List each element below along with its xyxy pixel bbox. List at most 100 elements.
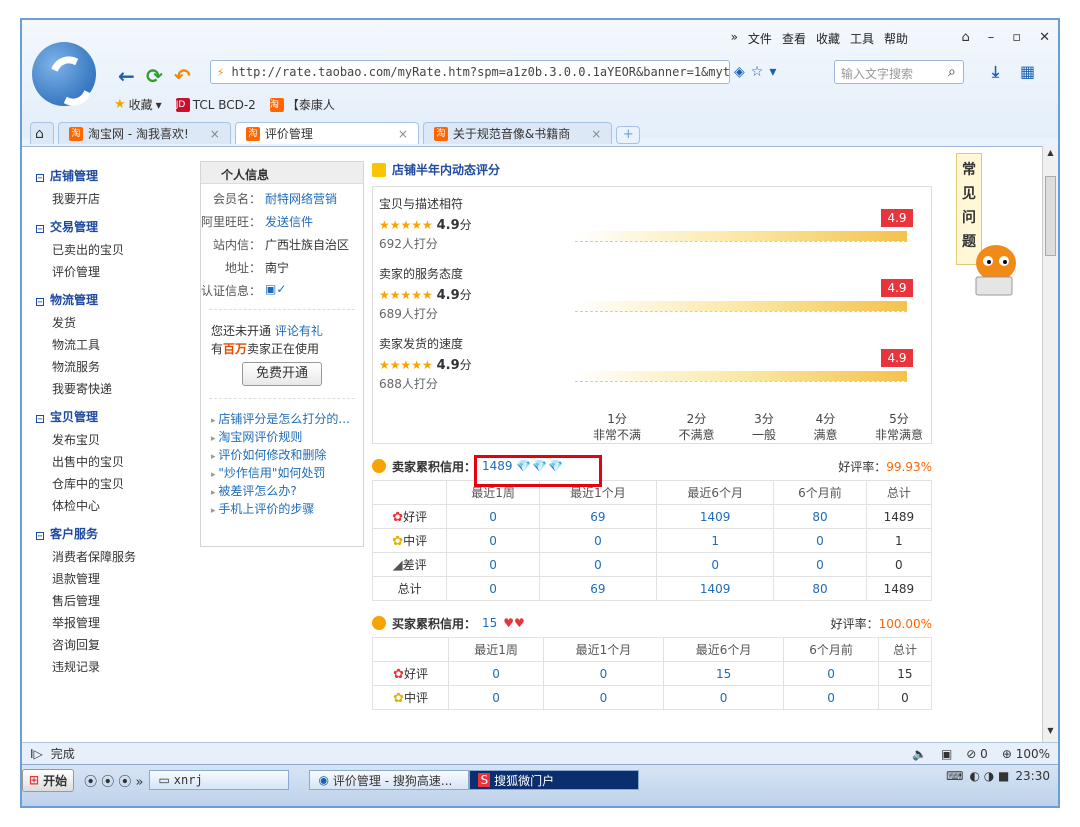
- tab-media-rules[interactable]: 淘关于规范音像&书籍商 ×: [422, 122, 613, 144]
- taskbar-item-xnrj[interactable]: ▭ xnrj: [149, 770, 290, 790]
- section-items[interactable]: − 宝贝管理: [36, 408, 186, 425]
- undo-icon[interactable]: ↶: [174, 64, 191, 88]
- highlight-box: [474, 455, 603, 487]
- shield-icon[interactable]: ◈: [734, 64, 745, 80]
- sidebar-item-logistics-tools[interactable]: 物流工具: [36, 334, 186, 356]
- sidebar-item-protection[interactable]: 消费者保障服务: [36, 546, 186, 568]
- collapse-icon[interactable]: −: [36, 298, 44, 306]
- screenshot-icon[interactable]: ▣: [941, 747, 952, 761]
- menu-help[interactable]: 帮助: [884, 30, 908, 47]
- maximize-button[interactable]: ▫: [1012, 30, 1021, 45]
- play-icon[interactable]: I▷: [30, 747, 43, 761]
- star-icon[interactable]: ☆: [751, 64, 764, 80]
- member-name-link[interactable]: 耐特网络营销: [261, 190, 337, 207]
- search-icon[interactable]: ⌕: [948, 64, 956, 80]
- menu-view[interactable]: 查看: [782, 30, 806, 47]
- search-input[interactable]: 输入文字搜索: [834, 60, 964, 84]
- comment-gift-link[interactable]: 评论有礼: [275, 324, 323, 338]
- buyer-credit-table: 最近1周 最近1个月 最近6个月 6个月前 总计 ✿好评 0 0 15 0 15…: [371, 637, 933, 710]
- tab-strip: ⌂ 淘淘宝网 - 淘我喜欢! × 淘评价管理 × 淘关于规范音像&书籍商 × +: [22, 120, 1058, 144]
- close-tab-icon[interactable]: ×: [398, 127, 408, 141]
- bookmark-favorites[interactable]: ★ 收藏 ▾: [114, 96, 162, 113]
- sidebar-item-express[interactable]: 我要寄快递: [36, 378, 186, 400]
- vertical-scrollbar[interactable]: ▲ ▼: [1042, 146, 1058, 742]
- sidebar-item-aftersale[interactable]: 售后管理: [36, 590, 186, 612]
- keyboard-icon[interactable]: ⌨: [946, 769, 963, 783]
- sidebar-item-ship[interactable]: 发货: [36, 312, 186, 334]
- help-link[interactable]: "炒作信用"如何处罚: [211, 465, 363, 483]
- bookmark-taikang[interactable]: 淘【泰康人: [269, 96, 335, 113]
- sidebar-item-inquiry[interactable]: 咨询回复: [36, 634, 186, 656]
- promo-text: 您还未开通 评论有礼 有百万卖家正在使用 免费开通: [211, 322, 353, 386]
- sidebar-item-sold[interactable]: 已卖出的宝贝: [36, 239, 186, 261]
- apps-grid-icon[interactable]: ▦: [1020, 62, 1035, 81]
- zoom-level[interactable]: ⊕ 100%: [1002, 747, 1050, 761]
- close-button[interactable]: ✕: [1039, 30, 1050, 45]
- sidebar-item-warehouse[interactable]: 仓库中的宝贝: [36, 473, 186, 495]
- sidebar-item-checkup[interactable]: 体检中心: [36, 495, 186, 517]
- new-tab-button[interactable]: +: [616, 126, 641, 144]
- close-tab-icon[interactable]: ×: [210, 127, 220, 141]
- menu-bar: » 文件 查看 收藏 工具 帮助: [731, 30, 908, 47]
- chevron-down-icon[interactable]: ▾: [769, 64, 776, 80]
- help-link[interactable]: 被差评怎么办?: [211, 483, 363, 501]
- sidebar-item-open-store[interactable]: 我要开店: [36, 188, 186, 210]
- minimize-button[interactable]: –: [988, 30, 995, 45]
- tab-rate-management[interactable]: 淘评价管理 ×: [234, 122, 419, 144]
- collapse-icon[interactable]: −: [36, 225, 44, 233]
- address-bar[interactable]: ⚡ http://rate.taobao.com/myRate.htm?spm=…: [210, 60, 730, 84]
- blocked-count[interactable]: ⊘ 0: [966, 747, 988, 761]
- help-link[interactable]: 淘宝网评价规则: [211, 429, 363, 447]
- send-message-link[interactable]: 发送信件: [261, 213, 313, 230]
- sogou-logo-icon[interactable]: [32, 42, 96, 106]
- collapse-icon[interactable]: −: [36, 415, 44, 423]
- sidebar-item-violation[interactable]: 违规记录: [36, 656, 186, 678]
- sidebar-item-on-sale[interactable]: 出售中的宝贝: [36, 451, 186, 473]
- sidebar-item-refund[interactable]: 退款管理: [36, 568, 186, 590]
- info-title: 个人信息: [201, 162, 363, 184]
- refresh-icon[interactable]: ⟳: [146, 64, 163, 88]
- browser-toolbar: » 文件 查看 收藏 工具 帮助 ⌂ – ▫ ✕ ← ⟳ ↶ ⚡ http://…: [22, 20, 1058, 144]
- sidebar-item-logistics-service[interactable]: 物流服务: [36, 356, 186, 378]
- collapse-icon[interactable]: −: [36, 174, 44, 182]
- taskbar-item-browser[interactable]: ◉ 评价管理 - 搜狗高速...: [309, 770, 470, 790]
- menu-favorites[interactable]: 收藏: [816, 30, 840, 47]
- tab-taobao-home[interactable]: 淘淘宝网 - 淘我喜欢! ×: [58, 122, 231, 144]
- address-icons: ◈ ☆ ▾: [734, 64, 776, 80]
- mascot-icon[interactable]: [960, 233, 1030, 303]
- window-controls: ⌂ – ▫ ✕: [962, 30, 1050, 45]
- quicklaunch-icons[interactable]: ⦿ ⦿ ⦿ »: [84, 771, 143, 790]
- help-link[interactable]: 评价如何修改和删除: [211, 447, 363, 465]
- section-logistics[interactable]: − 物流管理: [36, 291, 186, 308]
- menu-file[interactable]: 文件: [748, 30, 772, 47]
- speaker-icon[interactable]: 🔈: [912, 747, 927, 761]
- help-link[interactable]: 店铺评分是怎么打分的...: [211, 411, 363, 429]
- sidebar-item-rate[interactable]: 评价管理: [36, 261, 186, 283]
- tray-icons[interactable]: ◐ ◑ ■: [969, 769, 1009, 783]
- scroll-up-icon[interactable]: ▲: [1045, 148, 1056, 162]
- help-link[interactable]: 手机上评价的步骤: [211, 501, 363, 519]
- menu-more[interactable]: »: [731, 30, 738, 47]
- collapse-icon[interactable]: −: [36, 532, 44, 540]
- rating-flag: 4.9: [881, 279, 913, 297]
- back-arrow-icon[interactable]: ←: [118, 64, 135, 88]
- cert-icon[interactable]: ▣✓: [261, 282, 286, 299]
- bookmark-tcl[interactable]: JD TCL BCD-2: [175, 96, 256, 113]
- section-store[interactable]: − 店铺管理: [36, 167, 186, 184]
- close-tab-icon[interactable]: ×: [591, 127, 601, 141]
- buyer-score[interactable]: 15: [482, 616, 497, 630]
- download-icon[interactable]: ⤓: [992, 62, 999, 82]
- sidebar-item-report[interactable]: 举报管理: [36, 612, 186, 634]
- section-trade[interactable]: − 交易管理: [36, 218, 186, 235]
- folder-icon: ▭: [158, 773, 170, 787]
- start-button[interactable]: ⊞ 开始: [22, 768, 75, 792]
- section-customer[interactable]: − 客户服务: [36, 525, 186, 542]
- scroll-thumb[interactable]: [1045, 176, 1056, 256]
- menu-tools[interactable]: 工具: [850, 30, 874, 47]
- taskbar-item-sohu[interactable]: S 搜狐微门户: [469, 770, 640, 790]
- scroll-down-icon[interactable]: ▼: [1045, 726, 1056, 740]
- sidebar-item-publish[interactable]: 发布宝贝: [36, 429, 186, 451]
- home-tab-icon[interactable]: ⌂: [30, 122, 54, 144]
- skin-icon[interactable]: ⌂: [962, 30, 970, 45]
- free-open-button[interactable]: 免费开通: [242, 362, 322, 386]
